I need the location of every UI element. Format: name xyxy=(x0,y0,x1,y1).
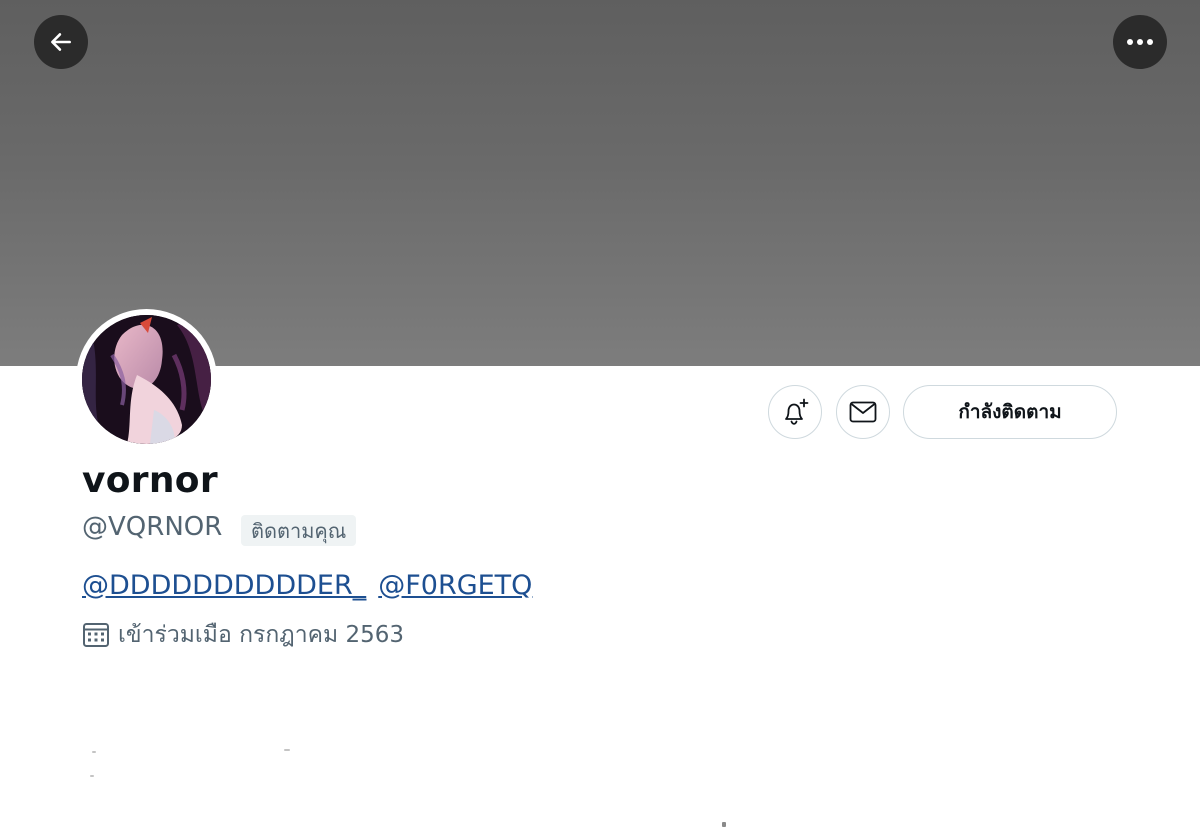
display-name: vornor xyxy=(82,460,218,501)
notification-toggle-button[interactable] xyxy=(768,385,822,439)
arrow-left-icon xyxy=(51,33,71,51)
calendar-icon xyxy=(83,623,109,647)
avatar-image xyxy=(82,315,211,444)
follows-you-badge: ติดตามคุณ xyxy=(241,515,357,546)
divider-fragment xyxy=(284,749,290,751)
divider-fragment xyxy=(90,775,94,777)
bio-link-mention-2[interactable]: @F0RGETQ xyxy=(378,570,532,601)
message-button[interactable] xyxy=(836,385,890,439)
avatar[interactable] xyxy=(76,309,217,450)
following-button[interactable]: กำลังติดตาม xyxy=(903,385,1117,439)
envelope-icon xyxy=(849,401,877,423)
bell-plus-icon xyxy=(785,398,809,425)
back-button[interactable] xyxy=(34,15,88,69)
joined-date-text: เข้าร่วมเมือ กรกฎาคม 2563 xyxy=(118,622,405,648)
bio-link-mention-1[interactable]: @DDDDDDDDDDER_ xyxy=(82,570,366,601)
divider-fragment xyxy=(722,822,726,827)
bio: @DDDDDDDDDDER_ @F0RGETQ xyxy=(82,570,532,601)
divider-fragment xyxy=(92,751,96,753)
more-horizontal-icon xyxy=(1127,39,1153,45)
more-options-button[interactable] xyxy=(1113,15,1167,69)
user-handle: @VQRNOR xyxy=(82,512,223,542)
profile-banner[interactable] xyxy=(0,0,1200,366)
joined-date: เข้าร่วมเมือ กรกฎาคม 2563 xyxy=(82,617,404,653)
